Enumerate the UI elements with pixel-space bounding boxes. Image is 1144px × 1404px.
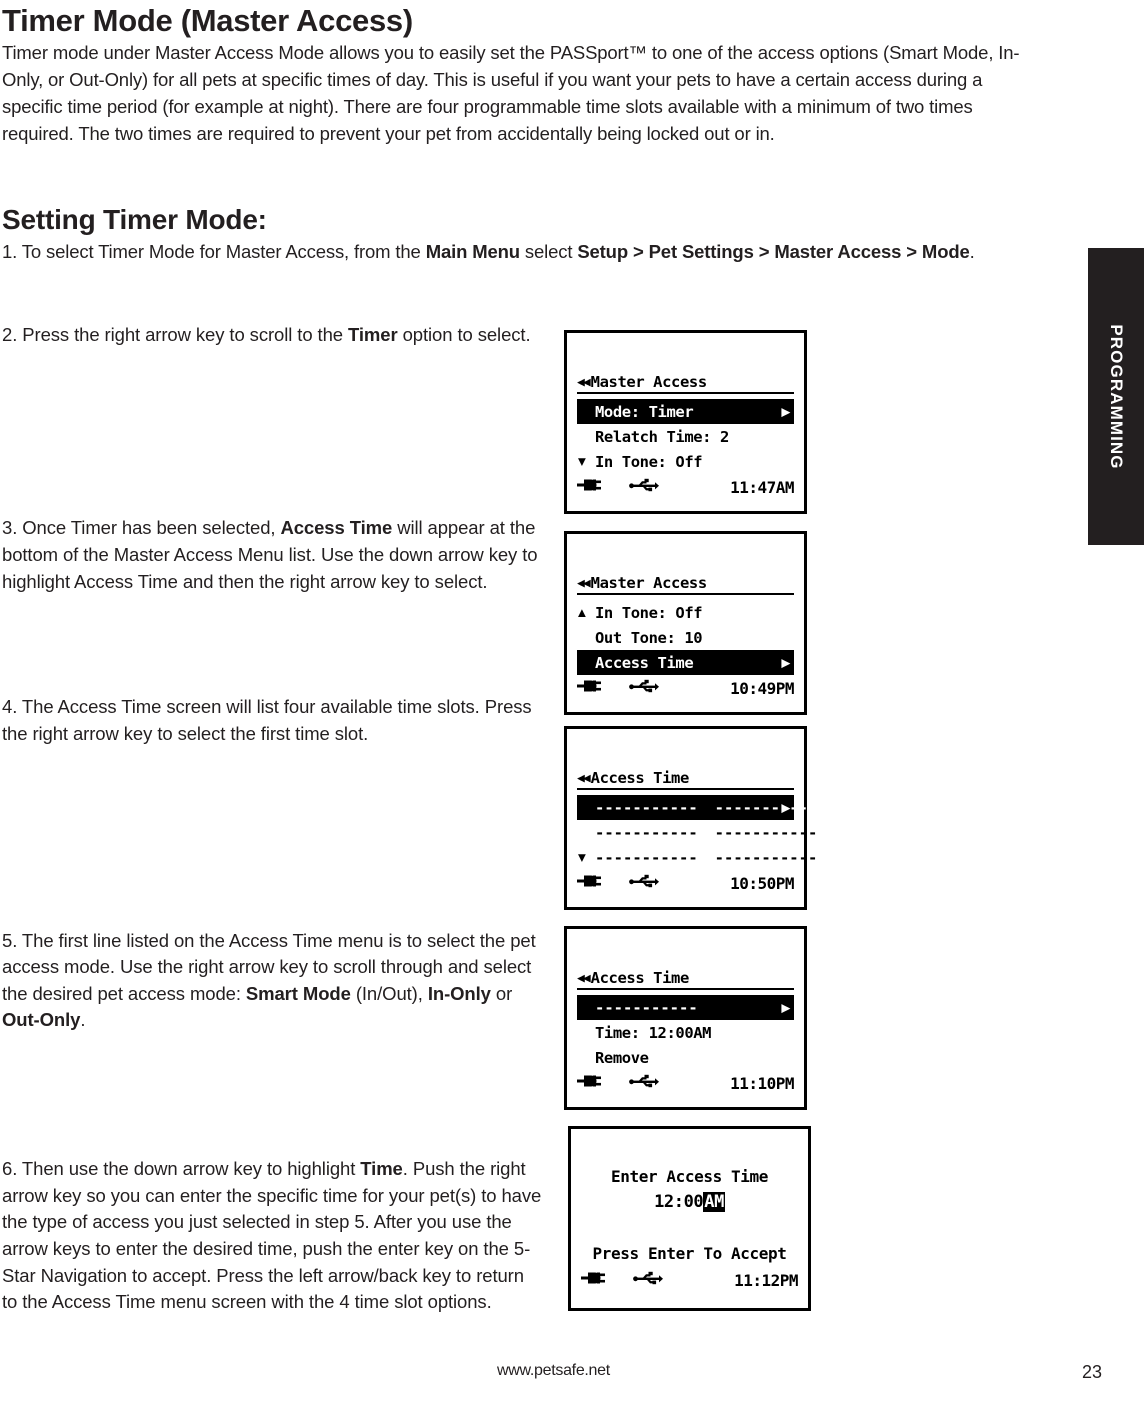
scroll-up-caret-icon: ▲ — [578, 605, 586, 620]
screen-status-bar: 11:10PM — [577, 1071, 794, 1095]
power-plug-icon — [577, 679, 603, 697]
manual-page: PROGRAMMING Timer Mode (Master Access) T… — [0, 0, 1144, 1404]
menu-item-out-tone[interactable]: Out Tone: 10 — [577, 625, 794, 650]
screen-menu-list: ----------- ▶ Time: 12:00AM Remove — [577, 995, 794, 1070]
time-slot-start-placeholder: ----------- — [595, 823, 698, 842]
menu-item-in-tone[interactable]: ▼ In Tone: Off — [577, 449, 794, 474]
time-slot-list: ----------- ----------- ▶ ----------- --… — [577, 795, 817, 870]
device-screen-access-time-slots: ◀◀ Access Time ----------- ----------- ▶… — [564, 726, 817, 910]
time-slot-1[interactable]: ----------- ----------- ▶ — [577, 795, 817, 820]
screen-title: Master Access — [590, 373, 708, 391]
device-screen-master-access-access-time: ◀◀ Master Access ▲ In Tone: Off Out Tone… — [564, 531, 807, 715]
menu-item-access-mode[interactable]: ----------- ▶ — [577, 995, 794, 1020]
time-entry-value: 12:00 — [654, 1192, 704, 1212]
time-slot-2[interactable]: ----------- ----------- — [577, 820, 817, 845]
section-tab-programming: PROGRAMMING — [1088, 248, 1144, 545]
access-mode-placeholder: ----------- — [595, 998, 698, 1017]
usb-icon — [629, 1074, 659, 1093]
right-arrow-icon: ▶ — [781, 998, 790, 1016]
status-clock: 11:10PM — [730, 1073, 794, 1093]
menu-item-label: Access Time — [595, 653, 694, 672]
menu-item-time[interactable]: Time: 12:00AM — [577, 1020, 794, 1045]
menu-item-label: Remove — [595, 1048, 649, 1067]
section-heading: Setting Timer Mode: — [2, 204, 267, 236]
menu-item-label: Out Tone: 10 — [595, 628, 703, 647]
power-plug-icon — [581, 1271, 607, 1289]
status-clock: 10:49PM — [730, 678, 794, 698]
usb-icon — [629, 874, 659, 893]
screen-title-bar: ◀◀ Access Time — [577, 769, 794, 790]
screen-title-bar: ◀◀ Master Access — [577, 373, 794, 394]
menu-item-in-tone[interactable]: ▲ In Tone: Off — [577, 600, 794, 625]
time-slot-3[interactable]: ▼ ----------- ----------- — [577, 845, 817, 870]
page-footer: www.petsafe.net 23 — [0, 1362, 1144, 1386]
right-arrow-icon: ▶ — [781, 653, 790, 671]
time-slot-end-placeholder: ----------- — [714, 823, 818, 842]
step-1: 1. To select Timer Mode for Master Acces… — [2, 241, 975, 263]
screen-title: Master Access — [590, 574, 708, 592]
screen-title: Access Time — [590, 769, 690, 787]
step-5: 5. The first line listed on the Access T… — [2, 929, 536, 1031]
right-arrow-icon: ▶ — [781, 798, 790, 816]
step-2: 2. Press the right arrow key to scroll t… — [2, 323, 531, 345]
power-plug-icon — [577, 478, 603, 496]
screen-status-bar: 11:47AM — [577, 475, 794, 499]
scroll-down-caret-icon: ▼ — [578, 454, 586, 469]
status-clock: 10:50PM — [730, 873, 794, 893]
footer-page-number: 23 — [1081, 1362, 1102, 1382]
menu-item-label: Mode: Timer — [595, 402, 694, 421]
device-screen-enter-access-time: Enter Access Time 12:00AM Press Enter To… — [568, 1126, 811, 1311]
power-plug-icon — [577, 874, 603, 892]
screen-status-bar: 10:49PM — [577, 676, 794, 700]
footer-url[interactable]: www.petsafe.net — [497, 1362, 610, 1380]
power-plug-icon — [577, 1074, 603, 1092]
usb-icon — [629, 679, 659, 698]
intro-paragraph: Timer mode under Master Access Mode allo… — [2, 42, 1020, 145]
device-screen-master-access-mode-timer: ◀◀ Master Access Mode: Timer ▶ Relatch T… — [564, 330, 807, 514]
time-entry-meridiem-selected: AM — [703, 1192, 725, 1212]
usb-icon — [633, 1271, 663, 1290]
time-entry-field[interactable]: 12:00AM — [581, 1192, 798, 1212]
time-slot-end-placeholder: ----------- — [714, 798, 818, 817]
step-4: 4. The Access Time screen will list four… — [2, 696, 532, 744]
menu-item-access-time[interactable]: Access Time ▶ — [577, 650, 794, 675]
time-slot-start-placeholder: ----------- — [595, 848, 698, 867]
screen-status-bar: 11:12PM — [581, 1268, 798, 1292]
screen-title-bar: ◀◀ Access Time — [577, 969, 794, 990]
step-6: 6. Then use the down arrow key to highli… — [2, 1158, 542, 1313]
accept-prompt: Press Enter To Accept — [592, 1244, 787, 1263]
menu-item-label: Time: 12:00AM — [595, 1023, 712, 1042]
usb-icon — [629, 478, 659, 497]
scroll-down-caret-icon: ▼ — [578, 850, 586, 865]
right-arrow-icon: ▶ — [781, 402, 790, 420]
time-slot-start-placeholder: ----------- — [595, 798, 698, 817]
page-content: Timer Mode (Master Access) Timer mode un… — [0, 0, 1060, 1334]
double-left-arrow-icon: ◀◀ — [577, 575, 591, 591]
screen-title-bar: ◀◀ Master Access — [577, 574, 794, 595]
section-tab-label: PROGRAMMING — [1107, 323, 1126, 470]
menu-item-label: Relatch Time: 2 — [595, 427, 729, 446]
menu-item-label: In Tone: Off — [595, 452, 703, 471]
double-left-arrow-icon: ◀◀ — [577, 770, 591, 786]
enter-access-time-heading: Enter Access Time — [611, 1167, 768, 1186]
menu-item-relatch-time[interactable]: Relatch Time: 2 — [577, 424, 794, 449]
page-title: Timer Mode (Master Access) — [2, 3, 413, 38]
double-left-arrow-icon: ◀◀ — [577, 374, 591, 390]
time-slot-end-placeholder: ----------- — [714, 848, 818, 867]
step-3: 3. Once Timer has been selected, Access … — [2, 517, 538, 592]
menu-item-mode[interactable]: Mode: Timer ▶ — [577, 399, 794, 424]
device-screen-access-time-slot-detail: ◀◀ Access Time ----------- ▶ Time: 12:00… — [564, 926, 807, 1110]
screen-title: Access Time — [590, 969, 690, 987]
screen-menu-list: Mode: Timer ▶ Relatch Time: 2 ▼ In Tone:… — [577, 399, 794, 474]
status-clock: 11:12PM — [734, 1270, 798, 1290]
screen-menu-list: ▲ In Tone: Off Out Tone: 10 Access Time … — [577, 600, 794, 675]
status-clock: 11:47AM — [730, 477, 794, 497]
screen-status-bar: 10:50PM — [577, 871, 794, 895]
menu-item-label: In Tone: Off — [595, 603, 703, 622]
double-left-arrow-icon: ◀◀ — [577, 970, 591, 986]
menu-item-remove[interactable]: Remove — [577, 1045, 794, 1070]
